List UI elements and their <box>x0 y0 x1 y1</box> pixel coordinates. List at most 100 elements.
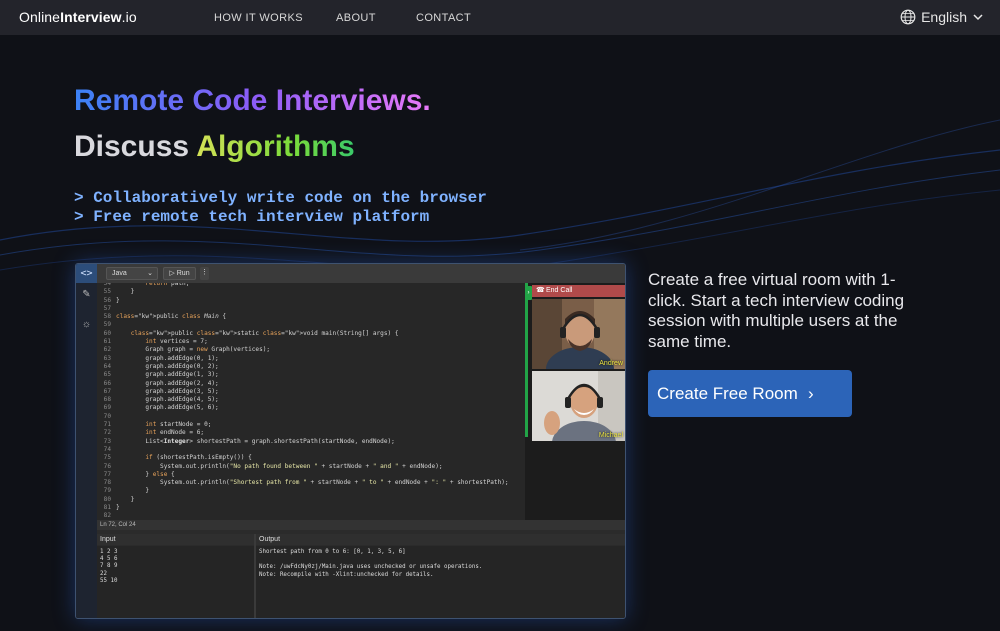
video-tile-andrew: Andrew <box>532 299 625 369</box>
code-text: } else { <box>116 470 175 478</box>
phone-hangup-icon: ☎ <box>536 287 545 294</box>
code-line: 57 <box>97 305 525 313</box>
code-icon[interactable]: <> <box>76 264 97 283</box>
collapse-video-button[interactable]: › <box>525 286 532 300</box>
select-chevron-icon: ⌄ <box>147 270 153 277</box>
code-text: } <box>116 288 135 296</box>
language-select-value: Java <box>112 270 127 277</box>
nav-link-about[interactable]: ABOUT <box>336 12 376 24</box>
line-number: 79 <box>103 487 111 495</box>
language-select[interactable]: Java ⌄ <box>106 267 158 280</box>
tagline-1: > Collaboratively write code on the brow… <box>74 189 487 207</box>
code-line: 56} <box>97 297 525 305</box>
tagline-2: > Free remote tech interview platform <box>74 208 430 226</box>
code-line: 71 int startNode = 0; <box>97 421 525 429</box>
code-line: 82 <box>97 512 525 520</box>
code-text: class="kw">public class Main { <box>116 313 227 321</box>
code-line: 67 graph.addEdge(3, 5); <box>97 388 525 396</box>
code-line: 59 <box>97 321 525 329</box>
line-number: 78 <box>103 479 111 487</box>
line-number: 67 <box>103 387 111 395</box>
top-nav: OnlineInterview.io HOW IT WORKS ABOUT CO… <box>0 0 1000 35</box>
code-editor[interactable]: 54 return path; 55 } 56} 57 58 class="kw">pub… <box>97 283 525 520</box>
code-text: class="kw">public class="kw">static clas… <box>130 329 399 337</box>
hero-title-line1: Remote Code Interviews. <box>74 84 431 118</box>
code-text: int vertices = 7; <box>145 338 208 346</box>
input-textarea[interactable]: 1 2 3 4 5 6 7 8 9 22 55 10 <box>97 546 254 618</box>
chevron-down-icon <box>973 14 983 21</box>
hero-description: Create a free virtual room with 1-click.… <box>648 270 905 351</box>
line-number: 62 <box>103 346 111 354</box>
line-number: 68 <box>103 396 111 404</box>
nav-link-how-it-works[interactable]: HOW IT WORKS <box>214 12 303 24</box>
create-free-room-button[interactable]: Create Free Room › <box>648 370 852 417</box>
line-number: 75 <box>103 454 111 462</box>
line-number: 69 <box>103 404 111 412</box>
nav-link-contact[interactable]: CONTACT <box>416 12 471 24</box>
hero-title-discuss: Discuss <box>74 130 197 163</box>
end-call-button[interactable]: ☎ End Call <box>532 285 625 297</box>
editor-toolbar <box>76 264 625 283</box>
code-line: 79 } <box>97 487 525 495</box>
line-number: 58 <box>103 313 111 321</box>
code-line: 70 <box>97 413 525 421</box>
run-button[interactable]: ▷ Run <box>163 267 196 280</box>
video-panel-border <box>525 283 528 437</box>
line-number: 59 <box>103 321 111 329</box>
sun-icon[interactable]: ☼ <box>80 318 93 331</box>
code-line: 60 class="kw">public class="kw">static c… <box>97 330 525 338</box>
end-call-label: End Call <box>546 287 573 294</box>
line-number: 66 <box>103 379 111 387</box>
code-text: if (shortestPath.isEmpty()) { <box>145 454 252 462</box>
code-text: return path; <box>145 283 190 287</box>
code-line: 55 } <box>97 288 525 296</box>
output-panel-header: Output <box>256 534 625 545</box>
line-number: 72 <box>103 429 111 437</box>
code-text: graph.addEdge(5, 6); <box>116 404 219 412</box>
code-text: List<Integer> shortestPath = graph.short… <box>116 437 395 445</box>
code-text: System.out.println("Shortest path from "… <box>116 479 509 487</box>
line-number: 73 <box>103 437 111 445</box>
line-number: 57 <box>103 304 111 312</box>
language-label: English <box>921 9 967 25</box>
code-text: graph.addEdge(2, 4); <box>116 379 219 387</box>
line-number: 71 <box>103 421 111 429</box>
line-number: 64 <box>103 362 111 370</box>
code-line: 62 Graph graph = new Graph(vertices); <box>97 346 525 354</box>
code-line: 64 graph.addEdge(0, 2); <box>97 363 525 371</box>
code-text: graph.addEdge(0, 2); <box>116 362 219 370</box>
code-line: 77 } else { <box>97 471 525 479</box>
code-text: } <box>116 296 120 304</box>
line-number: 65 <box>103 371 111 379</box>
participant-video-michael <box>532 371 625 441</box>
line-number: 56 <box>103 296 111 304</box>
line-number: 76 <box>103 462 111 470</box>
create-free-room-label: Create Free Room <box>657 384 798 403</box>
code-line: 61 int vertices = 7; <box>97 338 525 346</box>
code-text: Graph graph = new Graph(vertices); <box>116 346 271 354</box>
pencil-icon[interactable]: ✎ <box>80 288 93 301</box>
line-number: 60 <box>103 329 111 337</box>
code-text: int startNode = 0; <box>145 421 212 429</box>
participant-name-michael: Michael <box>598 432 623 439</box>
site-logo[interactable]: OnlineInterview.io <box>19 9 137 25</box>
code-line: 76 System.out.println("No path found bet… <box>97 463 525 471</box>
editor-preview: <> ✎ ☼ Java ⌄ ▷ Run ⋮ 54 return path; 55 … <box>75 263 626 619</box>
logo-text-interview: Interview <box>60 9 122 25</box>
code-line: 69 graph.addEdge(5, 6); <box>97 404 525 412</box>
line-number: 55 <box>103 288 111 296</box>
code-text: graph.addEdge(0, 1); <box>116 354 219 362</box>
more-options-icon[interactable]: ⋮ <box>200 267 209 280</box>
code-text: } <box>116 495 135 503</box>
input-panel-header: Input <box>97 534 254 545</box>
code-text: System.out.println("No path found betwee… <box>116 462 443 470</box>
code-line: 66 graph.addEdge(2, 4); <box>97 380 525 388</box>
output-console: Shortest path from 0 to 6: [0, 1, 3, 5, … <box>256 546 625 618</box>
code-text: graph.addEdge(4, 5); <box>116 396 219 404</box>
logo-text-domain: .io <box>121 9 137 25</box>
participant-video-andrew <box>532 299 625 369</box>
code-line: 75 if (shortestPath.isEmpty()) { <box>97 454 525 462</box>
line-number: 70 <box>103 412 111 420</box>
editor-status-bar: Ln 72, Col 24 <box>97 520 625 530</box>
language-selector[interactable]: English <box>900 9 984 25</box>
